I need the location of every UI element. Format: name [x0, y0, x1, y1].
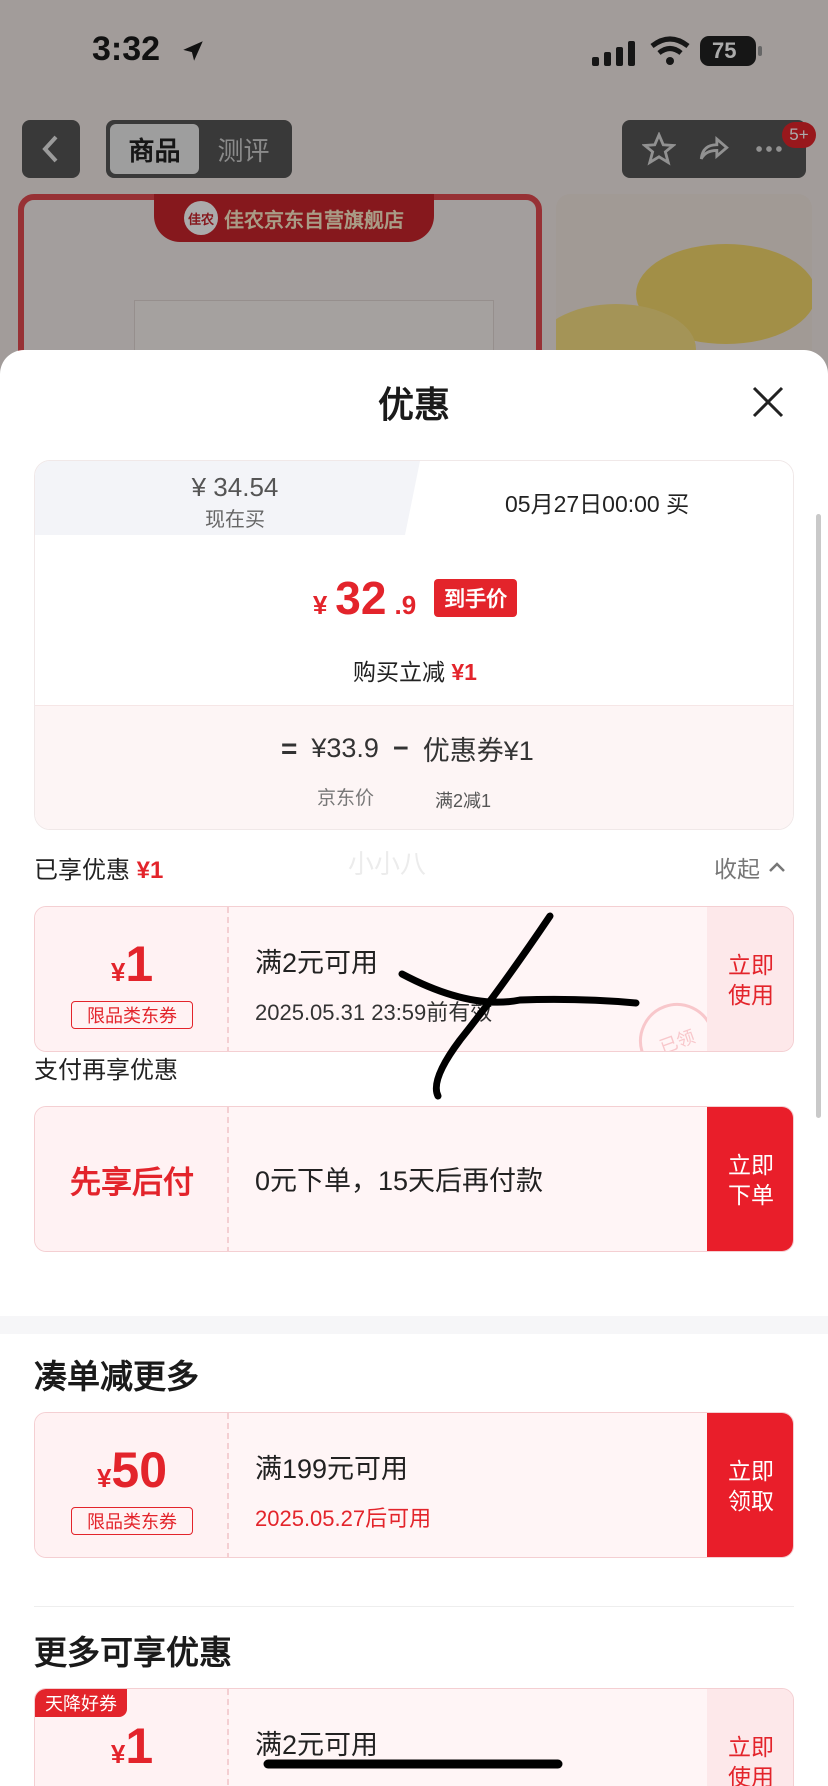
- coupon-card-more: ¥1 天降好券 满2元可用 立即 使用: [34, 1688, 794, 1786]
- instant-reduction: 购买立减 ¥1: [35, 653, 793, 687]
- coupon-type: 限品类东券: [71, 1507, 193, 1535]
- pay-later-card: 先享后付 0元下单，15天后再付款 立即 下单: [34, 1106, 794, 1252]
- pay-later-name: 先享后付: [70, 1165, 194, 1200]
- price-formula: = ¥33.9 − 优惠券¥1: [281, 729, 534, 768]
- enjoyed-discount-label: 已享优惠: [34, 857, 130, 884]
- pay-section-title: 支付再享优惠: [34, 1057, 178, 1084]
- watermark: 小小八: [348, 849, 427, 879]
- coupon-value: ¥50: [35, 1441, 229, 1499]
- price-card: ¥ 34.54 现在买 05月27日00:00 买 ¥ 32 .9 到手价 购买…: [34, 460, 794, 830]
- final-price-tag: 到手价: [434, 579, 518, 617]
- coupon-card-bundle: ¥50 限品类东券 满199元可用 2025.05.27后可用 立即 领取: [34, 1412, 794, 1558]
- coupon-currency: ¥: [110, 1739, 126, 1769]
- coupon-card-enjoyed: ¥1 限品类东券 满2元可用 2025.05.31 23:59前有效 已领 立即…: [34, 906, 794, 1052]
- collapse-button[interactable]: 收起: [714, 850, 786, 884]
- final-price-currency: ¥: [312, 590, 328, 620]
- enjoyed-discount: 已享优惠 ¥1: [34, 850, 163, 885]
- coupon-amount: 50: [111, 1442, 168, 1498]
- coupon-expiry: 2025.05.27后可用: [255, 1506, 432, 1531]
- discount-sheet: 优惠 ¥ 34.54 现在买 05月27日00:00 买 ¥ 32 .9 到手价…: [0, 350, 828, 1786]
- coupon-condition: 满199元可用: [255, 1454, 409, 1484]
- buy-now-label: 现在买: [205, 509, 265, 531]
- coupon-rule-label: 满2减1: [435, 791, 492, 811]
- scrollbar[interactable]: [816, 514, 821, 1118]
- coupon-value: ¥1: [35, 1717, 229, 1775]
- collapse-label: 收起: [714, 856, 760, 882]
- buy-now-price: ¥ 34.54: [191, 472, 279, 502]
- buy-later-time: 05月27日00:00 买: [505, 491, 690, 517]
- formula-equals: =: [281, 732, 298, 764]
- order-now-button[interactable]: 立即 下单: [707, 1107, 793, 1251]
- instant-reduction-value: ¥1: [451, 659, 477, 685]
- modal-overlay[interactable]: [0, 0, 828, 380]
- close-icon[interactable]: [750, 384, 786, 420]
- more-section-title: 更多可享优惠: [34, 1634, 232, 1671]
- pay-later-desc: 0元下单，15天后再付款: [255, 1166, 544, 1196]
- section-divider: [0, 1316, 828, 1334]
- final-price-integer: 32: [335, 572, 387, 624]
- jd-price: ¥33.9: [311, 733, 379, 763]
- use-coupon-button[interactable]: 立即 使用: [707, 1689, 793, 1786]
- final-price: ¥ 32 .9 到手价: [35, 571, 793, 625]
- enjoyed-discount-value: ¥1: [136, 857, 164, 884]
- coupon-value: ¥1: [35, 935, 229, 993]
- instant-reduction-label: 购买立减: [353, 659, 445, 685]
- coupon-value-panel: ¥50 限品类东券: [35, 1413, 229, 1557]
- sheet-title: 优惠: [377, 384, 450, 425]
- use-coupon-button[interactable]: 立即 使用: [707, 907, 793, 1051]
- coupon-value-panel: ¥1 限品类东券: [35, 907, 229, 1051]
- divider: [34, 1606, 794, 1607]
- chevron-up-icon: [769, 862, 785, 872]
- coupon-condition: 满2元可用: [255, 1730, 379, 1760]
- product-page-background: 3:32 75 商品 测评 5+ 佳农 佳农京东自营旗舰店: [0, 0, 828, 380]
- jd-price-label: 京东价: [317, 788, 375, 809]
- coupon-expiry: 2025.05.31 23:59前有效: [255, 1000, 493, 1025]
- bundle-section-title: 凑单减更多: [34, 1358, 199, 1395]
- pay-later-name-panel: 先享后付: [35, 1107, 229, 1251]
- coupon-condition: 满2元可用: [255, 948, 379, 978]
- formula-minus: −: [392, 733, 409, 763]
- coupon-deduction: 优惠券¥1: [422, 736, 534, 766]
- coupon-currency: ¥: [110, 957, 126, 987]
- coupon-ribbon: 天降好券: [35, 1689, 127, 1717]
- coupon-amount: 1: [125, 1718, 154, 1774]
- coupon-type: 限品类东券: [71, 1001, 193, 1029]
- final-price-decimal: .9: [394, 590, 417, 620]
- coupon-currency: ¥: [96, 1463, 112, 1493]
- claim-coupon-button[interactable]: 立即 领取: [707, 1413, 793, 1557]
- coupon-amount: 1: [125, 936, 154, 992]
